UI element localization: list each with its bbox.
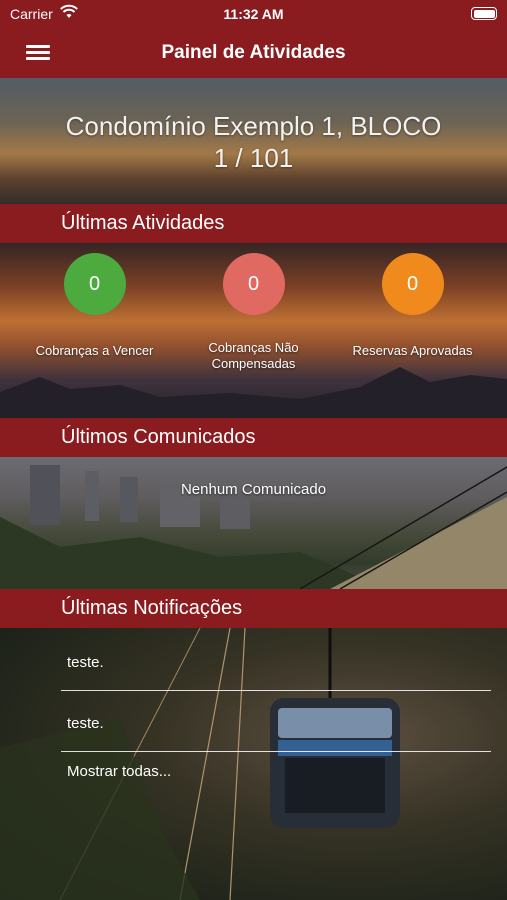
notification-text: teste.: [67, 715, 104, 732]
condominium-title: Condomínio Exemplo 1, BLOCO 1 / 101: [0, 110, 507, 174]
approved-reservations-count[interactable]: 0: [381, 253, 444, 315]
page-title: Painel de Atividades: [161, 42, 346, 63]
notification-text: teste.: [67, 654, 104, 671]
section-header-activities: Últimas Atividades: [0, 204, 507, 243]
notification-item[interactable]: teste.: [61, 630, 491, 691]
status-bar: Carrier 11:32 AM: [0, 0, 507, 30]
charges-uncompensated-count[interactable]: 0: [222, 253, 285, 315]
charges-due-label: Cobranças a Vencer: [10, 343, 179, 359]
charges-due-count[interactable]: 0: [63, 253, 126, 315]
charges-uncompensated-label-line1: Cobranças Não: [208, 340, 299, 355]
approved-reservations-label-text: Reservas Aprovadas: [352, 343, 473, 358]
activity-approved-reservations[interactable]: 0 Reservas Aprovadas: [328, 253, 497, 359]
condominium-name: Condomínio Exemplo 1, BLOCO: [65, 111, 442, 141]
section-header-announcements: Últimos Comunicados: [0, 418, 507, 457]
charges-uncompensated-label-line2: Compensadas: [211, 356, 296, 371]
show-all-notifications-link[interactable]: Mostrar todas...: [61, 741, 491, 802]
unit-number: 1 / 101: [213, 143, 294, 173]
activity-charges-due[interactable]: 0 Cobranças a Vencer: [10, 253, 179, 359]
announcements-empty-message: Nenhum Comunicado: [180, 481, 327, 498]
clock: 11:32 AM: [223, 6, 284, 22]
charges-due-label-text: Cobranças a Vencer: [35, 343, 154, 358]
section-header-notifications: Últimas Notificações: [0, 589, 507, 628]
show-all-label: Mostrar todas...: [67, 763, 172, 780]
battery-icon: [471, 7, 497, 20]
approved-reservations-label: Reservas Aprovadas: [328, 343, 497, 359]
charges-uncompensated-label: Cobranças Não Compensadas: [169, 340, 338, 372]
activity-charges-uncompensated[interactable]: 0 Cobranças Não Compensadas: [169, 253, 338, 372]
nav-bar: Painel de Atividades: [0, 30, 507, 78]
announcements-background-image: [0, 457, 507, 589]
